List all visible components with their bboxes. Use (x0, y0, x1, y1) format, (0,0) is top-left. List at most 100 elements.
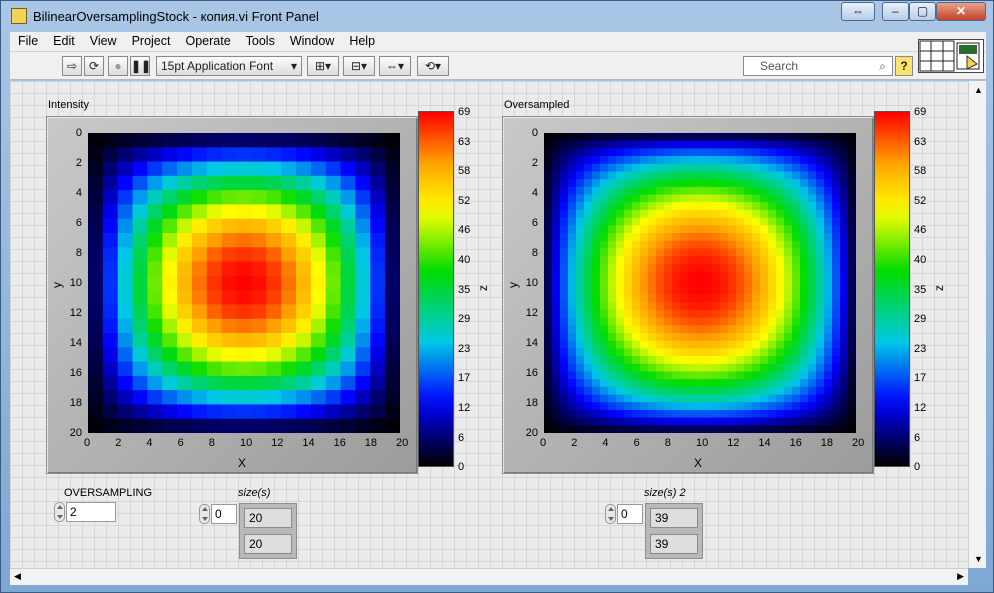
heatmap-cell (576, 417, 585, 426)
heatmap-cell (236, 290, 253, 306)
heatmap-cell (102, 161, 119, 177)
heatmap-cell (370, 304, 386, 320)
oversampling-increment-decrement[interactable] (54, 502, 65, 522)
heatmap-cell (584, 371, 593, 380)
help-button[interactable]: ? (895, 56, 913, 76)
heatmap-cell (696, 402, 705, 411)
heatmap-cell (736, 340, 745, 349)
heatmap-cell (640, 148, 649, 157)
heatmap-cell (840, 225, 849, 234)
heatmap-cell (792, 209, 801, 219)
heatmap-cell (568, 163, 577, 173)
heatmap-cell (576, 209, 585, 219)
scroll-down-icon[interactable]: ▼ (974, 554, 983, 564)
heatmap-cell (696, 363, 705, 373)
scroll-up-icon[interactable]: ▲ (974, 85, 983, 95)
align-objects-icon[interactable]: ⊞▾ (307, 56, 339, 76)
heatmap-cell (544, 379, 553, 388)
minimize-button[interactable]: – (882, 2, 909, 21)
menu-file[interactable]: File (10, 32, 45, 48)
heatmap-cell (576, 140, 585, 149)
intensity-colorbar[interactable] (418, 111, 454, 467)
intensity-plot-area[interactable] (88, 133, 400, 433)
run-arrow-icon[interactable]: ⇨ (62, 56, 82, 76)
abort-icon[interactable]: ● (108, 56, 128, 76)
heatmap-cell (592, 133, 601, 142)
heatmap-cell (816, 240, 825, 249)
heatmap-cell (552, 317, 561, 326)
scroll-thumb[interactable] (971, 311, 984, 335)
heatmap-cell (600, 271, 609, 280)
heatmap-cell (552, 356, 561, 365)
oversampling-input[interactable]: 2 (66, 502, 116, 522)
scroll-left-icon[interactable]: ◀ (14, 571, 21, 582)
heatmap-cell (576, 348, 585, 357)
menu-project[interactable]: Project (124, 32, 178, 48)
heatmap-cell (664, 271, 673, 280)
heatmap-cell (544, 156, 553, 165)
oversampled-colorbar[interactable] (874, 111, 910, 467)
heatmap-cell (760, 194, 769, 203)
heatmap-cell (848, 233, 856, 242)
maximize-button[interactable]: ▢ (909, 2, 936, 21)
resize-icon[interactable]: ⇔ (841, 2, 875, 21)
heatmap-cell (132, 261, 149, 277)
size2-index-stepper[interactable] (605, 504, 616, 524)
size1-index-stepper[interactable] (199, 504, 210, 524)
run-continuously-icon[interactable]: ⟳ (84, 56, 104, 76)
heatmap-cell (656, 286, 665, 296)
heatmap-cell (768, 386, 777, 396)
heatmap-cell (784, 256, 793, 265)
heatmap-cell (325, 404, 342, 420)
heatmap-cell (832, 340, 841, 349)
menu-edit[interactable]: Edit (45, 32, 82, 48)
heatmap-cell (640, 340, 649, 349)
heatmap-cell (632, 133, 641, 142)
heatmap-cell (672, 179, 681, 188)
y-tick-label: 18 (525, 397, 538, 409)
heatmap-cell (792, 171, 801, 180)
font-selector[interactable]: 15pt Application Font ▾ (156, 56, 302, 76)
heatmap-cell (281, 347, 297, 363)
heatmap-cell (600, 417, 609, 426)
heatmap-cell (310, 304, 327, 320)
heatmap-cell (656, 133, 665, 142)
heatmap-cell (840, 163, 849, 173)
horizontal-scrollbar[interactable]: ◀ ▶ (10, 568, 968, 585)
menu-operate[interactable]: Operate (177, 32, 237, 48)
heatmap-cell (680, 248, 689, 257)
heatmap-cell (752, 317, 761, 326)
close-button[interactable]: ✕ (936, 2, 986, 21)
vertical-scrollbar[interactable]: ▲ ▼ (968, 81, 986, 568)
heatmap-cell (720, 309, 729, 319)
resize-objects-icon[interactable]: ⇔▾ (379, 56, 411, 76)
search-input[interactable]: Search ⌕ (743, 56, 893, 76)
heatmap-cell (616, 233, 625, 242)
menu-tools[interactable]: Tools (238, 32, 282, 48)
size1-index[interactable]: 0 (211, 504, 237, 524)
menu-window[interactable]: Window (282, 32, 341, 48)
scroll-right-icon[interactable]: ▶ (957, 571, 964, 582)
reorder-icon[interactable]: ⟲▾ (417, 56, 449, 76)
oversampled-plot-area[interactable] (544, 133, 856, 433)
heatmap-cell (552, 263, 561, 273)
size2-index[interactable]: 0 (617, 504, 643, 524)
heatmap-cell (776, 294, 785, 303)
heatmap-cell (221, 275, 238, 291)
heatmap-cell (600, 179, 609, 188)
menu-view[interactable]: View (82, 32, 124, 48)
connector-pane-icon[interactable] (918, 39, 984, 73)
heatmap-cell (728, 148, 737, 157)
heatmap-cell (251, 190, 267, 206)
heatmap-cell (552, 402, 561, 411)
heatmap-cell (784, 417, 793, 426)
heatmap-cell (325, 161, 342, 177)
pause-icon[interactable]: ❚❚ (130, 56, 151, 76)
heatmap-cell (704, 325, 713, 334)
heatmap-cell (744, 325, 753, 334)
menu-help[interactable]: Help (341, 32, 382, 48)
distribute-objects-icon[interactable]: ⊟▾ (343, 56, 375, 76)
heatmap-cell (616, 225, 625, 234)
heatmap-cell (177, 218, 193, 234)
search-icon[interactable]: ⌕ (879, 57, 886, 75)
